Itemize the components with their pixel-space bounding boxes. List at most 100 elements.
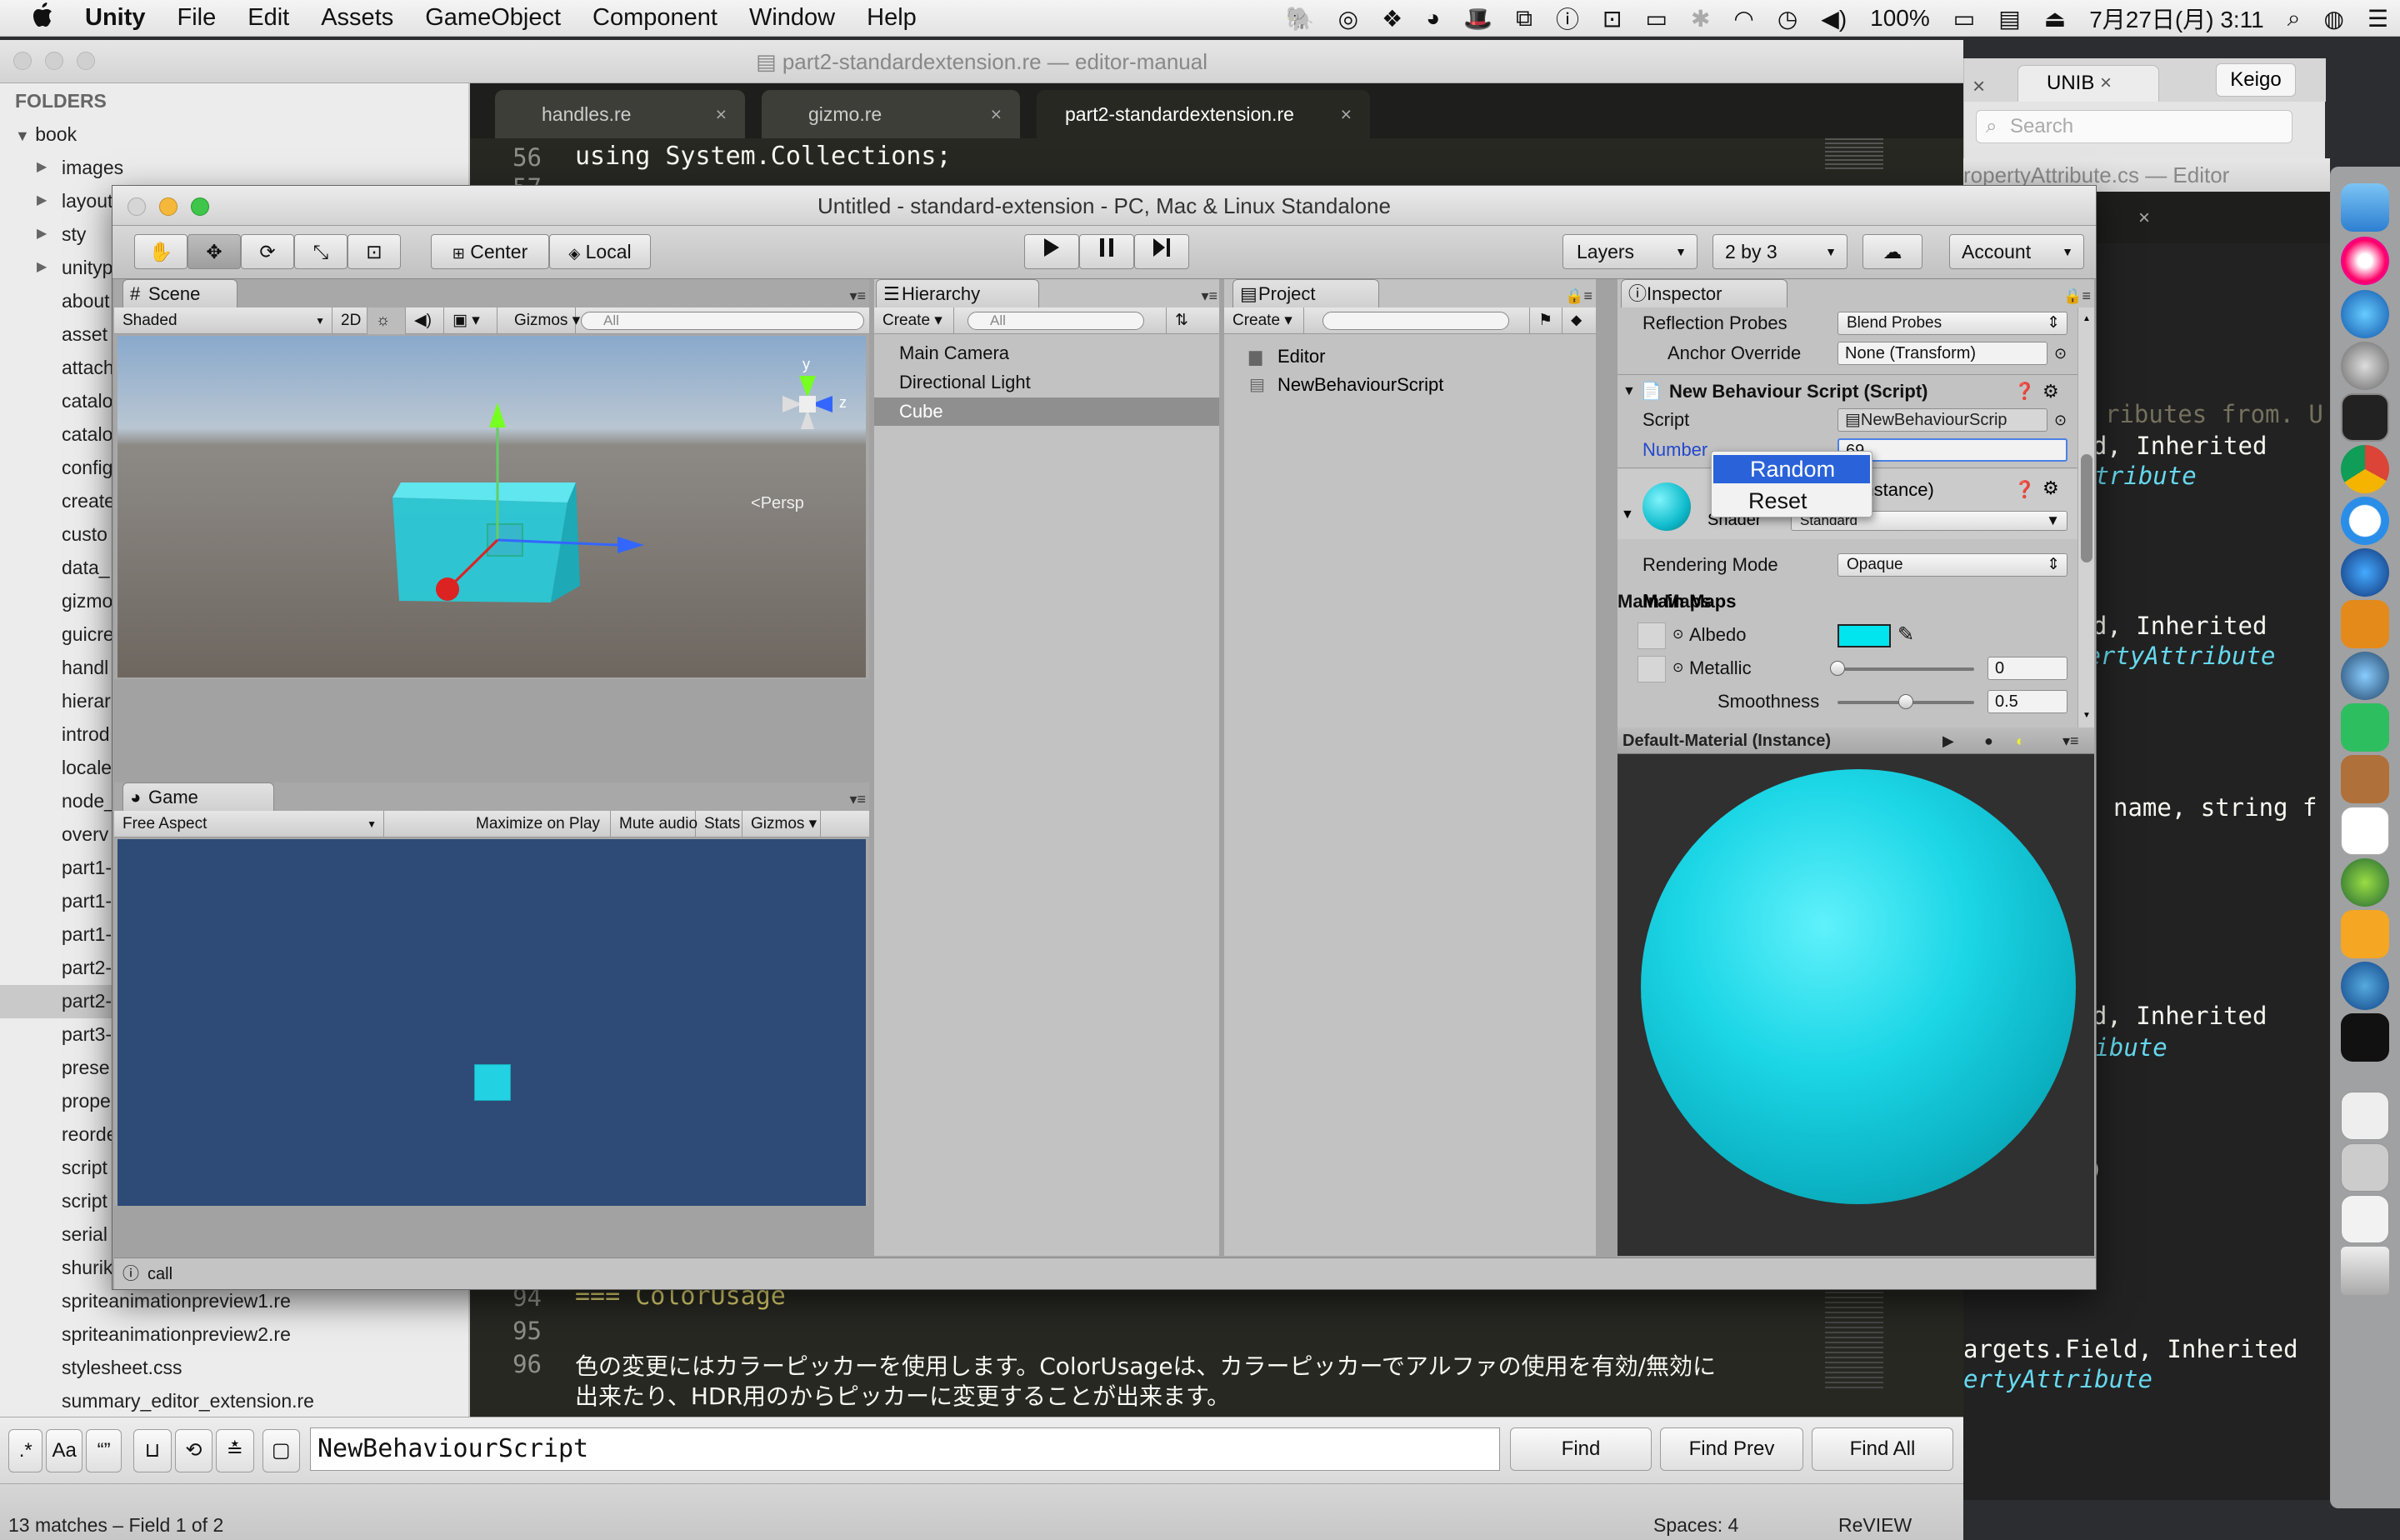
sidebar-file[interactable]: prese — [62, 1057, 110, 1079]
preview-lights-icon[interactable]: ◐ — [2016, 728, 2025, 754]
sidebar-file[interactable]: data_ — [62, 557, 110, 579]
minimize-window-button[interactable] — [159, 198, 178, 216]
scene-audio-icon[interactable]: ◀) — [406, 308, 444, 334]
sidebar-file[interactable]: part1- — [62, 857, 112, 879]
hierarchy-search-input[interactable]: All — [968, 312, 1144, 330]
sidebar-file[interactable]: reorde — [62, 1123, 117, 1146]
foldout-down-icon[interactable]: ▼ — [1621, 508, 1634, 522]
code-line[interactable]: ertyAttribute — [1963, 1365, 2152, 1393]
menu-help[interactable]: Help — [851, 4, 932, 32]
zoom-window-button[interactable] — [77, 52, 95, 70]
albedo-texture-slot[interactable] — [1638, 622, 1666, 649]
clock[interactable]: 7月27日(月) 3:11 — [2078, 2, 2276, 35]
step-button[interactable] — [1134, 234, 1189, 269]
object-picker-icon[interactable]: ⊙ — [2054, 404, 2067, 436]
record-icon[interactable]: ⊡ — [1591, 5, 1633, 32]
hierarchy-item[interactable]: Directional Light — [874, 368, 1219, 397]
scrollbar-thumb[interactable] — [2081, 454, 2092, 562]
clock-green-icon[interactable] — [2341, 858, 2389, 907]
xcode-icon[interactable] — [2341, 548, 2389, 597]
code-line[interactable]: 出来たり、HDR用のからピッカーに変更することが出来ます。 — [575, 1378, 1230, 1412]
material-preview-sphere[interactable] — [1641, 769, 2076, 1204]
help-icon[interactable]: ❓ — [2014, 376, 2035, 408]
battery-percent[interactable]: 100% — [1858, 5, 1942, 32]
sidebar-file[interactable]: custo — [62, 523, 108, 546]
game-viewport[interactable] — [118, 839, 866, 1206]
flag-icon[interactable]: ▤ — [1987, 5, 2032, 32]
console-status-bar[interactable]: ⓘ call — [114, 1258, 2096, 1289]
sourcetree-icon[interactable] — [2341, 652, 2389, 700]
pivot-local-button[interactable]: ◈ Local — [549, 234, 651, 269]
sublime-text-icon[interactable] — [2341, 600, 2389, 648]
creative-cloud-icon[interactable]: ◎ — [1327, 5, 1370, 32]
sidebar-file[interactable]: spriteanimationpreview1.re — [62, 1290, 291, 1312]
evernote-status-icon[interactable]: 🐘 — [1274, 5, 1327, 32]
minimize-window-button[interactable] — [45, 52, 63, 70]
sidebar-file[interactable]: overv — [62, 823, 108, 846]
object-picker-icon[interactable]: ⊙ — [1672, 619, 1683, 651]
scene-search-input[interactable]: All — [581, 312, 864, 330]
stats-toggle[interactable]: Stats — [696, 811, 742, 838]
airplay-icon[interactable]: ▭ — [1633, 5, 1678, 32]
regex-toggle[interactable]: .* — [8, 1429, 43, 1472]
info-icon[interactable]: ⓘ — [1544, 2, 1591, 35]
close-tab-icon[interactable]: × — [2100, 72, 2112, 94]
script-field[interactable]: ▤NewBehaviourScrip — [1838, 408, 2048, 432]
evernote-icon[interactable] — [2341, 703, 2389, 752]
pivot-center-button[interactable]: ⊞ Center — [431, 234, 549, 269]
sidebar-folder[interactable]: layout — [62, 190, 112, 212]
code-line[interactable]: argets.Field, Inherited — [1963, 1335, 2312, 1363]
code-line[interactable]: pertyAttribute — [2072, 642, 2275, 670]
tab-hierarchy[interactable]: ☰ Hierarchy — [876, 279, 1039, 308]
sidebar-file[interactable]: config — [62, 457, 112, 479]
owl-app-icon[interactable] — [2341, 755, 2389, 803]
documents-stack-icon[interactable] — [2341, 1195, 2389, 1243]
object-picker-icon[interactable]: ⊙ — [1672, 652, 1683, 684]
tab-inspector[interactable]: ⓘ Inspector — [1621, 279, 1788, 308]
object-picker-icon[interactable]: ⊙ — [2054, 338, 2067, 369]
close-tab-icon[interactable]: × — [1341, 90, 1352, 138]
disclosure-right-icon[interactable]: ▶ — [37, 225, 47, 242]
scroll-up-icon[interactable]: ▲ — [2082, 314, 2091, 323]
panel-menu-icon[interactable]: ▾≡ — [849, 791, 866, 808]
close-window-button[interactable] — [13, 52, 32, 70]
menu-edit[interactable]: Edit — [232, 4, 305, 32]
tab-part2-standardextension[interactable]: part2-standardextension.re × — [1037, 90, 1370, 138]
unity-icon[interactable] — [2341, 1013, 2389, 1062]
find-all-button[interactable]: Find All — [1812, 1428, 1953, 1471]
close-tab-icon[interactable]: × — [991, 90, 1002, 138]
scene-viewport[interactable]: y z <Persp — [118, 336, 866, 678]
markdown-icon[interactable] — [2341, 962, 2389, 1010]
root-folder[interactable]: ▼ book — [15, 123, 77, 146]
layers-dropdown[interactable]: Layers ▼ — [1562, 234, 1698, 269]
sidebar-file[interactable]: shurik — [62, 1257, 112, 1279]
disclosure-down-icon[interactable]: ▼ — [15, 128, 30, 144]
zoom-window-button[interactable] — [191, 198, 209, 216]
code-line[interactable]: name, string f — [2113, 793, 2317, 822]
sidebar-folder[interactable]: sty — [62, 223, 86, 246]
rotate-tool-icon[interactable]: ⟳ — [241, 234, 294, 269]
sort-icon[interactable]: ⇅ — [1166, 308, 1216, 334]
close-tab-icon[interactable]: × — [716, 90, 727, 138]
pause-button[interactable] — [1079, 234, 1134, 269]
sidebar-folder[interactable]: unityp — [62, 257, 112, 279]
menu-file[interactable]: File — [162, 4, 232, 32]
close-tab-icon[interactable]: × — [1972, 73, 1985, 99]
close-window-button[interactable] — [128, 198, 146, 216]
terminal-icon[interactable] — [2341, 393, 2389, 442]
script-component-header[interactable]: ▼ 📄 New Behaviour Script (Script) ❓ ⚙ — [1618, 376, 2078, 408]
scene-effects-icon[interactable]: ▣ ▾ — [444, 308, 498, 334]
tab-handles[interactable]: handles.re × — [495, 90, 745, 138]
rect-tool-icon[interactable]: ⊡ — [348, 234, 401, 269]
metallic-slider-knob[interactable] — [1830, 661, 1845, 676]
sidebar-file[interactable]: attach — [62, 357, 114, 379]
hierarchy-item[interactable]: Main Camera — [874, 339, 1219, 368]
hierarchy-create-dropdown[interactable]: Create ▾ — [874, 308, 954, 334]
timer-icon[interactable]: ◕ — [1414, 5, 1452, 32]
preview-play-icon[interactable]: ▶ — [1942, 728, 1954, 754]
tab-game[interactable]: ◕ Game — [122, 782, 274, 811]
disclosure-right-icon[interactable]: ▶ — [37, 258, 47, 275]
in-selection-toggle[interactable]: ⟲ — [174, 1429, 213, 1472]
browser-tab[interactable]: UNIB × — [2018, 65, 2159, 102]
reflection-probes-dropdown[interactable]: Blend Probes ⇕ — [1838, 312, 2068, 335]
